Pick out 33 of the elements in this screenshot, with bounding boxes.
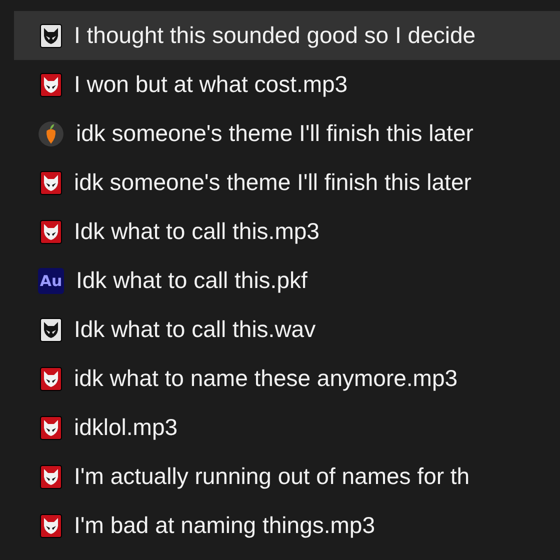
file-row[interactable]: idk someone's theme I'll finish this later (14, 158, 560, 207)
fox-file-icon (40, 464, 62, 488)
fruit-icon (38, 120, 64, 146)
file-name: I'm bad at naming things.mp3 (74, 512, 375, 539)
file-row[interactable]: I'm bad at naming things.mp3 (14, 501, 560, 550)
fox-file-icon (40, 416, 62, 440)
fox-file-icon (40, 24, 62, 48)
file-name: Idk what to call this.wav (74, 316, 316, 343)
fox-file-icon (40, 72, 62, 96)
file-name: I won but at what cost.mp3 (74, 71, 348, 98)
file-name: idk what to name these anymore.mp3 (74, 365, 458, 392)
file-row[interactable]: idk someone's theme I'll finish this later (14, 109, 560, 158)
fox-file-icon (40, 220, 62, 244)
file-row[interactable]: I'm actually running out of names for th (14, 452, 560, 501)
fox-file-icon (40, 366, 62, 390)
file-row[interactable]: idk what to name these anymore.mp3 (14, 354, 560, 403)
file-name: idk someone's theme I'll finish this later (74, 169, 472, 196)
fox-file-icon (40, 318, 62, 342)
file-name: idk someone's theme I'll finish this later (76, 120, 474, 147)
app-icon: Au (38, 268, 64, 294)
file-row[interactable]: Idk what to call this.wav (14, 305, 560, 354)
file-name: I thought this sounded good so I decide (74, 22, 476, 49)
file-row[interactable]: Idk what to call this.mp3 (14, 207, 560, 256)
file-row[interactable]: idklol.mp3 (14, 403, 560, 452)
file-row[interactable]: Au Idk what to call this.pkf (14, 256, 560, 305)
file-name: I'm actually running out of names for th (74, 463, 470, 490)
fox-file-icon (40, 514, 62, 538)
file-name: Idk what to call this.pkf (76, 267, 308, 294)
file-name: Idk what to call this.mp3 (74, 218, 320, 245)
file-row[interactable]: I won but at what cost.mp3 (14, 60, 560, 109)
fox-file-icon (40, 170, 62, 194)
file-row[interactable]: I thought this sounded good so I decide (14, 11, 560, 60)
file-name: idklol.mp3 (74, 414, 178, 441)
